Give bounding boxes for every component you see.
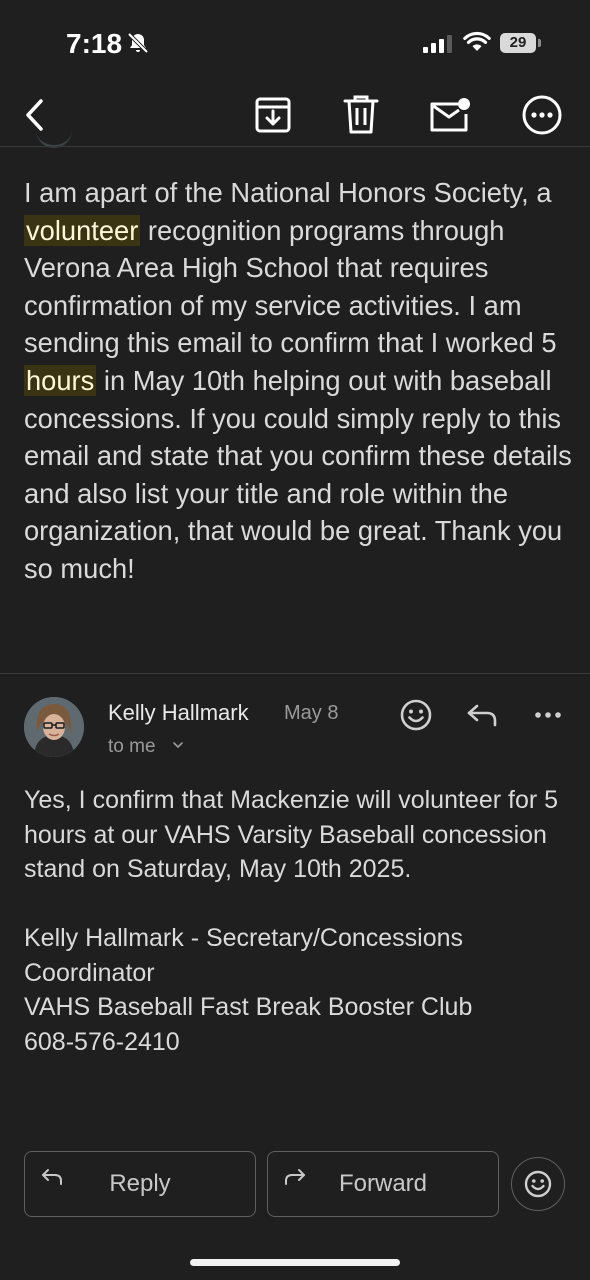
- message-divider: [0, 673, 590, 674]
- message-more-button[interactable]: [528, 697, 568, 733]
- chevron-left-icon: [26, 99, 43, 131]
- sender-name[interactable]: Kelly Hallmark: [108, 700, 249, 726]
- emoji-reaction-button[interactable]: [511, 1157, 565, 1211]
- bell-off-icon: [127, 32, 149, 54]
- email-toolbar: [0, 80, 590, 146]
- battery-tip: [538, 39, 541, 47]
- search-highlight-volunteer: volunteer: [24, 214, 141, 246]
- forward-button[interactable]: Forward: [267, 1151, 499, 1217]
- avatar[interactable]: [24, 697, 84, 757]
- reply-icon-button[interactable]: [462, 697, 502, 733]
- battery-indicator: 29: [500, 33, 536, 53]
- reply-button-label: Reply: [109, 1170, 171, 1197]
- status-bar: 7:18 29: [0, 0, 590, 80]
- cellular-signal-icon: [423, 35, 452, 53]
- chevron-down-icon[interactable]: [172, 739, 184, 751]
- reply-message-body: Yes, I confirm that Mackenzie will volun…: [24, 786, 559, 1056]
- forward-icon: [285, 1169, 305, 1185]
- message-text-part-1: I am apart of the National Honors Societ…: [24, 177, 552, 208]
- message-body: I am apart of the National Honors Societ…: [24, 174, 572, 588]
- toolbar-divider: [0, 146, 590, 147]
- archive-icon: [255, 97, 291, 133]
- status-time: 7:18: [66, 28, 123, 59]
- trash-icon: [343, 95, 379, 134]
- message-text-part-3: in May 10th helping out with baseball co…: [24, 364, 572, 584]
- forward-button-label: Forward: [338, 1170, 428, 1197]
- archive-button[interactable]: [250, 92, 296, 138]
- search-highlight-hours: hours: [24, 364, 97, 396]
- add-reaction-button[interactable]: [396, 697, 436, 733]
- mark-unread-icon: [430, 98, 470, 132]
- mark-unread-button[interactable]: [427, 92, 473, 138]
- reply-icon: [467, 704, 497, 727]
- message-date: May 8: [284, 702, 339, 724]
- more-horizontal-icon: [535, 712, 561, 718]
- emoji-icon: [400, 699, 432, 731]
- more-icon: [522, 95, 562, 135]
- wifi-icon: [463, 31, 491, 51]
- sender-photo: [24, 697, 84, 757]
- delete-button[interactable]: [338, 92, 384, 138]
- reply-icon: [42, 1169, 62, 1185]
- more-options-button[interactable]: [519, 92, 565, 138]
- reply-button[interactable]: Reply: [24, 1151, 256, 1217]
- emoji-icon: [524, 1170, 552, 1198]
- home-indicator[interactable]: [190, 1259, 400, 1266]
- recipient-details[interactable]: to me: [108, 736, 156, 758]
